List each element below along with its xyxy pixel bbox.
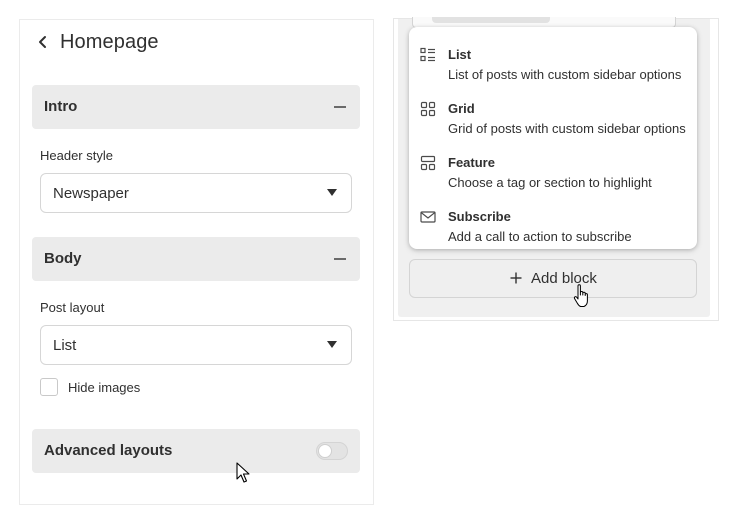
header-style-value: Newspaper — [53, 185, 129, 202]
hand-pointer-cursor-icon — [573, 284, 588, 307]
menu-item-feature[interactable]: Feature Choose a tag or section to highl… — [409, 143, 697, 195]
post-layout-select[interactable]: List — [40, 325, 352, 365]
feature-icon — [420, 155, 436, 171]
minus-icon — [334, 106, 346, 108]
toggle-knob — [318, 444, 332, 458]
intro-section-title: Intro — [44, 98, 78, 115]
body-section-title: Body — [44, 250, 82, 267]
menu-item-description: List of posts with custom sidebar option… — [448, 67, 682, 82]
menu-item-subscribe[interactable]: Subscribe Add a call to action to subscr… — [409, 197, 697, 249]
menu-item-title: Subscribe — [448, 209, 511, 224]
back-button[interactable] — [36, 32, 50, 52]
post-layout-label: Post layout — [40, 300, 105, 315]
header-style-select[interactable]: Newspaper — [40, 173, 352, 213]
menu-item-title: List — [448, 47, 472, 62]
menu-item-description: Add a call to action to subscribe — [448, 229, 632, 244]
list-icon — [420, 47, 435, 62]
caret-down-icon — [327, 341, 337, 348]
hide-images-checkbox[interactable] — [40, 378, 58, 396]
block-card-pill — [432, 17, 550, 23]
intro-section-header[interactable]: Intro — [32, 85, 360, 129]
menu-item-description: Grid of posts with custom sidebar option… — [448, 121, 686, 136]
advanced-layouts-row[interactable]: Advanced layouts — [32, 429, 360, 473]
menu-item-grid[interactable]: Grid Grid of posts with custom sidebar o… — [409, 89, 697, 141]
hide-images-label: Hide images — [68, 380, 141, 395]
plus-icon — [510, 272, 522, 284]
menu-item-title: Grid — [448, 101, 475, 116]
menu-item-title: Feature — [448, 155, 495, 170]
menu-item-description: Choose a tag or section to highlight — [448, 175, 652, 190]
grid-icon — [420, 101, 436, 117]
caret-down-icon — [327, 189, 337, 196]
advanced-layouts-title: Advanced layouts — [44, 442, 173, 459]
minus-icon — [334, 258, 346, 260]
settings-panel: Homepage Intro Header style Newspaper Bo… — [19, 19, 374, 505]
intro-collapse-button[interactable] — [332, 99, 348, 115]
header-style-label: Header style — [40, 148, 113, 163]
post-layout-value: List — [53, 337, 77, 354]
chevron-left-icon — [39, 36, 46, 48]
menu-item-list[interactable]: List List of posts with custom sidebar o… — [409, 35, 697, 87]
body-collapse-button[interactable] — [332, 251, 348, 267]
page-title: Homepage — [60, 31, 159, 53]
arrow-cursor-icon — [236, 462, 250, 483]
add-block-button[interactable]: Add block — [409, 259, 697, 298]
add-block-menu: List List of posts with custom sidebar o… — [409, 27, 697, 249]
body-section-header[interactable]: Body — [32, 237, 360, 281]
mail-icon — [420, 211, 436, 223]
advanced-layouts-toggle[interactable] — [316, 442, 348, 460]
